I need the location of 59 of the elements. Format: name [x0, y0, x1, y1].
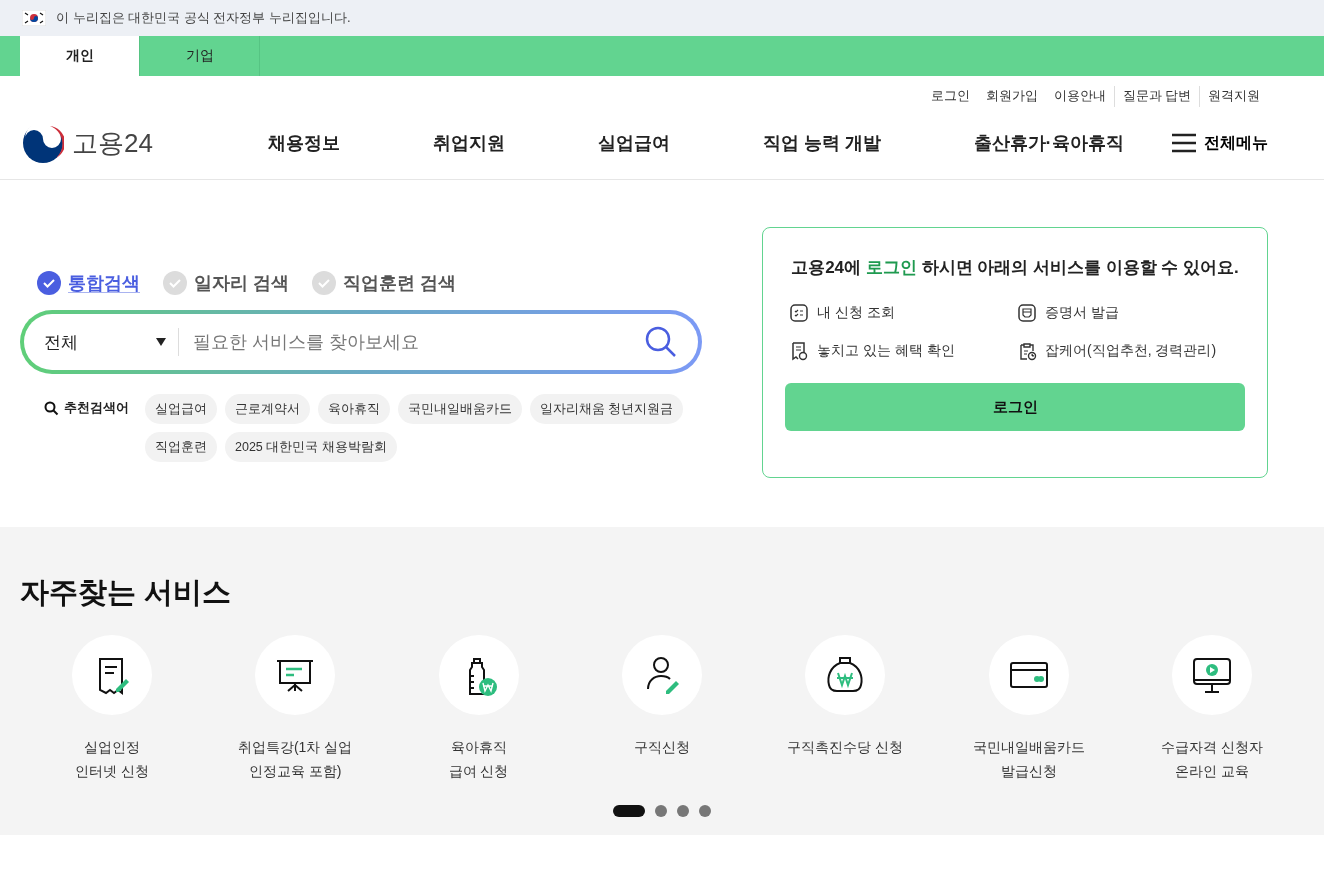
service-icon [1017, 341, 1037, 361]
service-icon [789, 341, 809, 361]
service-label[interactable]: 구직신청 [634, 735, 690, 759]
flag-icon [22, 10, 46, 26]
login-button[interactable]: 로그인 [785, 383, 1245, 431]
audience-tab[interactable]: 개인 [20, 36, 140, 76]
audience-tab[interactable]: 기업 [140, 36, 260, 76]
login-card-title: 고용24에 로그인 하시면 아래의 서비스를 이용할 수 있어요. [790, 257, 1240, 279]
service-link[interactable]: 내 신청 조회 [817, 304, 895, 322]
section-title: 자주찾는 서비스 [20, 575, 233, 610]
service-label[interactable]: 국민내일배움카드 발급신청 [972, 735, 1085, 783]
service-label[interactable]: 육아휴직 급여 신청 [448, 735, 509, 783]
menu-icon [1170, 132, 1198, 154]
service-label[interactable]: 수급자격 신청자 온라인 교육 [1161, 735, 1264, 783]
pagination-dot[interactable] [699, 805, 711, 817]
service-link[interactable]: 잡케어(직업추천, 경력관리) [1045, 342, 1217, 360]
check-icon [311, 270, 337, 296]
logo-text[interactable]: 고용24 [72, 125, 153, 161]
nav-link[interactable]: 직업 능력 개발 [762, 131, 881, 155]
utility-link[interactable]: 이용안내 [1045, 86, 1114, 107]
utility-link[interactable]: 원격지원 [1199, 86, 1268, 107]
service-label[interactable]: 실업인정 인터넷 신청 [74, 735, 149, 783]
pagination-dot[interactable] [677, 805, 689, 817]
search-icon [44, 400, 59, 416]
keyword-chip[interactable]: 2025 대한민국 채용박람회 [225, 432, 397, 462]
scope-dropdown[interactable]: 전체 [44, 328, 179, 356]
keyword-chip[interactable]: 국민내일배움카드 [398, 394, 522, 424]
service-link[interactable]: 증명서 발급 [1045, 304, 1119, 322]
nav-link[interactable]: 실업급여 [598, 131, 670, 155]
keyword-chip[interactable]: 실업급여 [145, 394, 217, 424]
all-menu-button[interactable]: 전체메뉴 [1170, 132, 1268, 154]
utility-link[interactable]: 질문과 답변 [1113, 86, 1199, 107]
utility-link[interactable]: 로그인 [922, 86, 978, 107]
keyword-chip[interactable]: 일자리채움 청년지원금 [530, 394, 684, 424]
service-icon [1017, 303, 1037, 323]
logo-icon [22, 122, 64, 164]
search-field[interactable]: 전체 필요한 서비스를 찾아보세요 [20, 310, 702, 374]
search-icon [644, 325, 678, 359]
utility-link[interactable]: 회원가입 [977, 86, 1046, 107]
nav-link[interactable]: 출산휴가·육아휴직 [973, 131, 1124, 155]
service-label[interactable]: 구직촉진수당 신청 [787, 735, 904, 759]
notice-text: 이 누리집은 대한민국 공식 전자정부 누리집입니다. [56, 9, 351, 27]
nav-link[interactable]: 채용정보 [268, 131, 341, 155]
search-button[interactable] [644, 325, 678, 359]
search-type-option[interactable]: 통합검색 [36, 270, 140, 296]
service-icon [789, 303, 809, 323]
keyword-chip[interactable]: 육아휴직 [318, 394, 390, 424]
check-icon [162, 270, 188, 296]
caret-icon [156, 338, 166, 346]
search-type-option[interactable]: 일자리 검색 [162, 270, 289, 296]
keyword-chip[interactable]: 근로계약서 [225, 394, 310, 424]
service-label[interactable]: 취업특강(1차 실업 인정교육 포함) [237, 735, 353, 783]
search-type-option[interactable]: 직업훈련 검색 [311, 270, 457, 296]
service-link[interactable]: 놓치고 있는 혜택 확인 [817, 342, 955, 360]
keyword-chip[interactable]: 직업훈련 [145, 432, 217, 462]
recommended-label: 추천검색어 [64, 399, 129, 417]
check-icon [36, 270, 62, 296]
nav-link[interactable]: 취업지원 [433, 131, 506, 155]
pagination-dot[interactable] [655, 805, 667, 817]
